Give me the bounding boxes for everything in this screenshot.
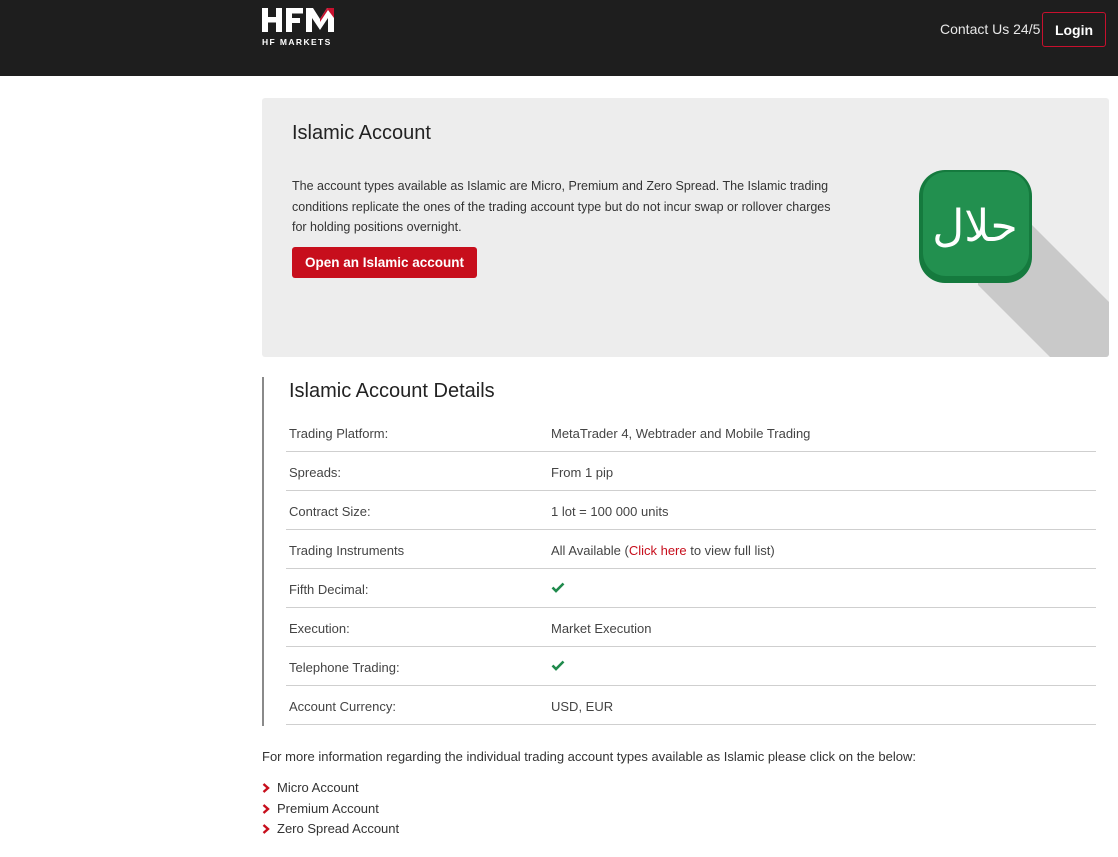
row-label: Execution: [289, 621, 350, 636]
row-label: Contract Size: [289, 504, 371, 519]
row-label: Fifth Decimal: [289, 582, 369, 597]
row-label: Trading Instruments [289, 543, 405, 558]
view-instruments-link[interactable]: Click here [629, 543, 687, 558]
premium-account-link[interactable]: Premium Account [277, 801, 379, 816]
table-row: Execution: Market Execution [286, 608, 1096, 647]
value-suffix: to view full list) [686, 543, 775, 558]
details-table: Trading Platform: MetaTrader 4, Webtrade… [286, 413, 1096, 725]
hero-description: The account types available as Islamic a… [292, 179, 831, 234]
row-label: Spreads: [289, 465, 342, 480]
top-header: HF MARKETS Contact Us 24/5 Login [0, 0, 1118, 76]
zero-spread-account-link[interactable]: Zero Spread Account [277, 821, 399, 836]
table-row: Trading Instruments All Available (Click… [286, 530, 1096, 569]
checkmark-icon [551, 582, 565, 593]
open-islamic-account-button[interactable]: Open an Islamic account [292, 247, 478, 278]
more-info-text: For more information regarding the indiv… [262, 749, 916, 764]
contact-us-link[interactable]: Contact Us 24/5 [940, 21, 1040, 37]
account-links-list: Micro Account Premium Account Zero Sprea… [262, 780, 399, 842]
checkmark-icon [551, 660, 565, 671]
chevron-right-icon [262, 783, 270, 793]
value-prefix: All Available ( [551, 543, 629, 558]
row-label: Account Currency: [289, 699, 396, 714]
micro-account-link[interactable]: Micro Account [277, 780, 359, 795]
halal-text: حلال [932, 201, 1017, 252]
table-row: Account Currency: USD, EUR [286, 686, 1096, 725]
list-item[interactable]: Premium Account [262, 801, 399, 822]
row-value: USD, EUR [551, 699, 614, 714]
table-row: Contract Size: 1 lot = 100 000 units [286, 491, 1096, 530]
list-item[interactable]: Micro Account [262, 780, 399, 801]
account-details-section: Islamic Account Details Trading Platform… [262, 377, 1096, 726]
row-value: From 1 pip [551, 465, 614, 480]
details-title: Islamic Account Details [289, 380, 495, 402]
table-row: Fifth Decimal: [286, 569, 1096, 608]
list-item[interactable]: Zero Spread Account [262, 821, 399, 842]
chevron-right-icon [262, 824, 270, 834]
row-value: All Available (Click here to view full l… [551, 543, 775, 558]
hfm-logo-mark [262, 8, 334, 32]
row-value: Market Execution [551, 621, 652, 636]
hero-title: Islamic Account [292, 122, 431, 144]
logo-subtext: HF MARKETS [262, 37, 332, 47]
row-value: 1 lot = 100 000 units [551, 504, 669, 519]
row-label: Trading Platform: [289, 426, 389, 441]
halal-icon: حلال [919, 170, 1109, 357]
table-row: Trading Platform: MetaTrader 4, Webtrade… [286, 413, 1096, 452]
islamic-account-hero: Islamic Account The account types availa… [262, 98, 1109, 357]
row-value: MetaTrader 4, Webtrader and Mobile Tradi… [551, 426, 811, 441]
hfm-logo[interactable]: HF MARKETS [262, 6, 346, 48]
login-button[interactable]: Login [1042, 12, 1106, 47]
chevron-right-icon [262, 803, 270, 814]
row-label: Telephone Trading: [289, 660, 400, 675]
table-row: Spreads: From 1 pip [286, 452, 1096, 491]
table-row: Telephone Trading: [286, 647, 1096, 686]
